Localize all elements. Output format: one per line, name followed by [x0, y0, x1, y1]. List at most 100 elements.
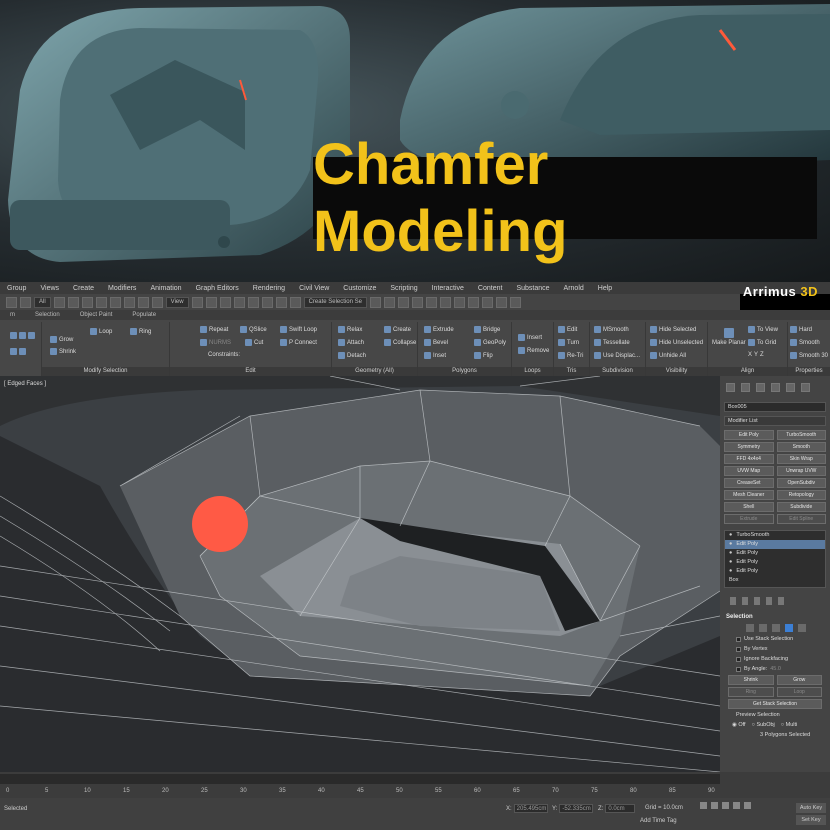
border-level-icon[interactable]	[772, 624, 780, 632]
subobject-icons[interactable]	[10, 332, 35, 339]
render-icon[interactable]	[509, 296, 521, 308]
loops-footer[interactable]: Loops	[512, 367, 553, 376]
percent-snap-icon[interactable]	[261, 296, 273, 308]
spinner-snap-icon[interactable]	[275, 296, 287, 308]
ribbon-tab-populate[interactable]: Populate	[122, 312, 166, 318]
menu-item-content[interactable]: Content	[471, 285, 510, 292]
hierarchy-tab-icon[interactable]	[756, 382, 765, 392]
preview-multi-radio[interactable]: ○ Multi	[781, 722, 797, 728]
material-editor-icon[interactable]	[467, 296, 479, 308]
undo-icon[interactable]	[6, 296, 17, 308]
ignore-backfacing-checkbox[interactable]: Ignore Backfacing	[722, 654, 828, 664]
menu-item-scripting[interactable]: Scripting	[383, 285, 424, 292]
mod-turbosmooth-button[interactable]: TurboSmooth	[776, 430, 826, 440]
ribbon-toggle-icon[interactable]	[425, 296, 437, 308]
vertex-level-icon[interactable]	[746, 624, 754, 632]
add-time-tag-button[interactable]: Add Time Tag	[640, 818, 677, 824]
align-icon[interactable]	[383, 296, 395, 308]
display-tab-icon[interactable]	[786, 382, 795, 392]
hide-selected-button[interactable]: Hide Selected	[650, 326, 696, 333]
menu-item-graph-editors[interactable]: Graph Editors	[189, 285, 246, 292]
mod-unwrap-uvw-button[interactable]: Unwrap UVW	[776, 466, 826, 476]
mirror-icon[interactable]	[369, 296, 381, 308]
rect-selection-icon[interactable]	[81, 296, 93, 308]
polygons-footer[interactable]: Polygons	[418, 367, 511, 376]
stack-item-edit-poly-1[interactable]: ● Edit Poly	[725, 540, 825, 549]
utilities-tab-icon[interactable]	[801, 382, 810, 392]
turn-button[interactable]: Turn	[558, 339, 579, 346]
mod-shell-button[interactable]: Shell	[724, 502, 774, 512]
loop-button[interactable]: Loop	[90, 328, 112, 335]
menu-item-substance[interactable]: Substance	[509, 285, 556, 292]
mod-ffd-button[interactable]: FFD 4x4x4	[724, 454, 774, 464]
angle-snap-icon[interactable]	[247, 296, 259, 308]
go-to-start-icon[interactable]	[700, 802, 707, 809]
menu-item-rendering[interactable]: Rendering	[246, 285, 292, 292]
create-button[interactable]: Create	[384, 326, 411, 333]
mod-extrude-button[interactable]: Extrude	[724, 514, 774, 524]
curve-editor-icon[interactable]	[439, 296, 451, 308]
object-name-field[interactable]: Box005	[724, 402, 826, 412]
z-field[interactable]: 0.0cm	[605, 804, 636, 813]
retri-button[interactable]: Re-Tri	[558, 352, 583, 359]
use-displace-button[interactable]: Use Displac...	[594, 352, 640, 359]
time-slider[interactable]	[0, 774, 720, 784]
named-selection-sets-dropdown[interactable]: Create Selection Se	[303, 296, 367, 308]
mod-edit-spline-button[interactable]: Edit Spline	[776, 514, 826, 524]
use-stack-selection-checkbox[interactable]: Use Stack Selection	[722, 634, 828, 644]
stack-item-edit-poly-2[interactable]: ● Edit Poly	[725, 549, 825, 558]
motion-tab-icon[interactable]	[771, 382, 780, 392]
grow-button[interactable]: Grow	[50, 336, 73, 343]
msmooth-button[interactable]: MSmooth	[594, 326, 629, 333]
make-unique-icon[interactable]	[754, 597, 760, 605]
selection-rollout-title[interactable]: Selection	[722, 612, 828, 622]
create-tab-icon[interactable]	[726, 382, 735, 392]
stack-item-turbosmooth[interactable]: ● TurboSmooth	[725, 531, 825, 540]
by-vertex-checkbox[interactable]: By Vertex	[722, 644, 828, 654]
element-level-icon[interactable]	[798, 624, 806, 632]
stack-item-box[interactable]: Box	[725, 576, 825, 585]
menu-item-customize[interactable]: Customize	[336, 285, 383, 292]
remove-button[interactable]: Remove	[518, 347, 549, 354]
rendered-frame-icon[interactable]	[495, 296, 507, 308]
shrink-selection-button[interactable]: Shrink	[728, 675, 774, 685]
detach-button[interactable]: Detach	[338, 352, 366, 359]
manipulate-icon[interactable]	[205, 296, 217, 308]
preview-subobj-radio[interactable]: ○ SubObj	[752, 722, 775, 728]
swift-loop-button[interactable]: Swift Loop	[280, 326, 317, 333]
edge-level-icon[interactable]	[759, 624, 767, 632]
ring-button[interactable]: Ring	[130, 328, 151, 335]
by-angle-checkbox[interactable]: By Angle: 45.0	[722, 664, 828, 674]
hide-unselected-button[interactable]: Hide Unselected	[650, 339, 703, 346]
to-grid-button[interactable]: To Grid	[748, 339, 776, 346]
make-planar-button[interactable]: Make Planar	[712, 328, 746, 346]
cut-button[interactable]: Cut	[245, 339, 263, 346]
select-by-name-icon[interactable]	[67, 296, 79, 308]
get-stack-selection-button[interactable]: Get Stack Selection	[728, 699, 822, 709]
y-field[interactable]: -52.335cm	[559, 804, 594, 813]
relax-button[interactable]: Relax	[338, 326, 362, 333]
menu-item-animation[interactable]: Animation	[143, 285, 188, 292]
mod-mesh-cleaner-button[interactable]: Mesh Cleaner	[724, 490, 774, 500]
polygon-level-icon[interactable]	[785, 624, 793, 632]
window-crossing-icon[interactable]	[95, 296, 107, 308]
qslice-button[interactable]: QSlice	[240, 326, 267, 333]
menu-item-views[interactable]: Views	[33, 285, 66, 292]
reference-coord-dropdown[interactable]: View	[165, 296, 189, 308]
extrude-button[interactable]: Extrude	[424, 326, 454, 333]
ribbon-tab-modeling[interactable]: m	[0, 312, 25, 318]
render-setup-icon[interactable]	[481, 296, 493, 308]
previous-frame-icon[interactable]	[711, 802, 718, 809]
preview-off-radio[interactable]: ◉ Off	[732, 722, 746, 728]
bevel-button[interactable]: Bevel	[424, 339, 448, 346]
pin-stack-icon[interactable]	[730, 597, 736, 605]
inset-button[interactable]: Inset	[424, 352, 446, 359]
scene-explorer-icon[interactable]	[411, 296, 423, 308]
modify-tab-icon[interactable]	[741, 382, 750, 392]
scale-icon[interactable]	[137, 296, 149, 308]
p-connect-button[interactable]: P Connect	[280, 339, 317, 346]
move-icon[interactable]	[109, 296, 121, 308]
pivot-icon[interactable]	[191, 296, 203, 308]
stack-item-edit-poly-3[interactable]: ● Edit Poly	[725, 558, 825, 567]
mod-retopology-button[interactable]: Retopology	[776, 490, 826, 500]
